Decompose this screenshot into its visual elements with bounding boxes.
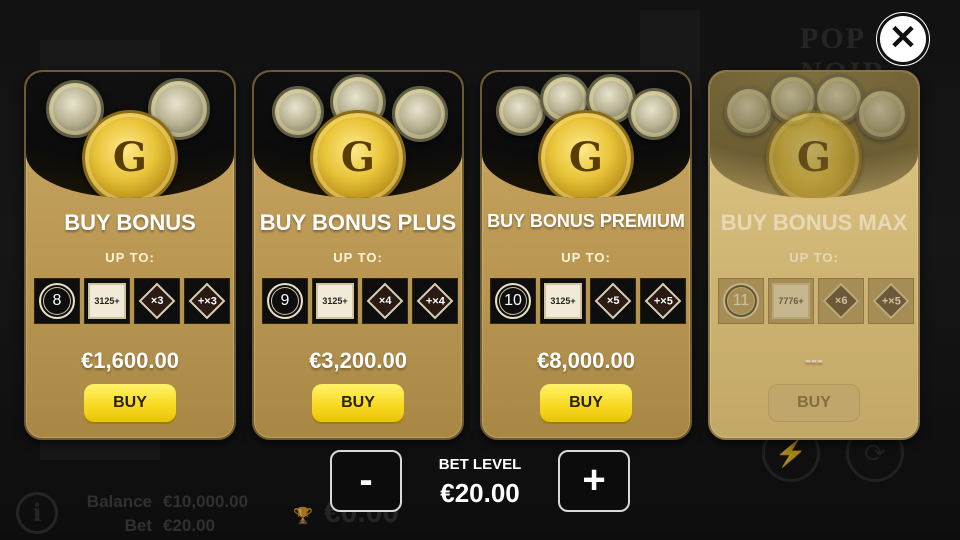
coin-icon: G [538, 110, 634, 198]
multiplier-increment-value: +×5 [653, 295, 673, 307]
card-coins-art: G [482, 72, 690, 198]
feature-ways: 7776+ [768, 278, 814, 324]
feature-ways: 3125+ [84, 278, 130, 324]
coin-icon: G [310, 110, 406, 198]
bonus-price: €1,600.00 [81, 348, 179, 373]
card-coins-art: G [26, 72, 234, 198]
feature-multiplier-increment: +×5 [640, 278, 686, 324]
feature-ways: 3125+ [312, 278, 358, 324]
card-coins-art: G [254, 72, 462, 198]
spins-count: 11 [723, 283, 759, 319]
coin-icon [856, 88, 908, 140]
multiplier-increment-value: +×5 [881, 295, 901, 307]
up-to-label: UP TO: [789, 250, 839, 265]
bonus-card-buy-bonus-max: G BUY BONUS MAX UP TO: 11 7776+ ×6 +×5 -… [708, 70, 920, 440]
bonus-price: --- [805, 350, 823, 370]
feature-multiplier-increment: +×4 [412, 278, 458, 324]
feature-list: 10 3125+ ×5 +×5 [490, 278, 686, 326]
spins-count: 8 [39, 283, 75, 319]
feature-spins: 11 [718, 278, 764, 324]
multiplier-increment-value: +×4 [425, 295, 445, 307]
bet-level-value: €20.00 [440, 478, 520, 508]
coin-icon [392, 86, 448, 142]
feature-spins: 10 [490, 278, 536, 324]
feature-list: 8 3125+ ×3 +×3 [34, 278, 230, 326]
buy-button[interactable]: BUY [84, 384, 176, 422]
coin-icon: G [766, 110, 862, 198]
buy-button-disabled: BUY [768, 384, 860, 422]
bonus-card-buy-bonus-premium: G BUY BONUS PREMIUM UP TO: 10 3125+ ×5 +… [480, 70, 692, 440]
up-to-label: UP TO: [333, 250, 383, 265]
close-icon[interactable]: ✕ [880, 16, 926, 62]
card-title: BUY BONUS PREMIUM [487, 211, 685, 231]
spins-count: 10 [495, 283, 531, 319]
coin-icon: G [82, 110, 178, 198]
card-title: BUY BONUS PLUS [259, 210, 457, 235]
buy-button[interactable]: BUY [540, 384, 632, 422]
bet-decrease-button[interactable]: - [330, 450, 402, 512]
multiplier-increment-value: +×3 [197, 295, 217, 307]
multiplier-value: ×4 [378, 294, 392, 307]
spins-count: 9 [267, 283, 303, 319]
coin-icon [496, 86, 546, 136]
multiplier-value: ×6 [834, 294, 848, 307]
card-title: BUY BONUS MAX [720, 210, 908, 235]
up-to-label: UP TO: [561, 250, 611, 265]
feature-ways: 3125+ [540, 278, 586, 324]
feature-list: 11 7776+ ×6 +×5 [718, 278, 914, 326]
feature-multiplier: ×5 [590, 278, 636, 324]
feature-multiplier-increment: +×5 [868, 278, 914, 324]
feature-spins: 9 [262, 278, 308, 324]
bonus-price: €3,200.00 [309, 348, 407, 373]
card-title: BUY BONUS [64, 210, 196, 235]
bet-increase-button[interactable]: + [558, 450, 630, 512]
card-coins-art: G [710, 72, 918, 198]
coin-icon [628, 88, 680, 140]
feature-spins: 8 [34, 278, 80, 324]
feature-multiplier-increment: +×3 [184, 278, 230, 324]
feature-list: 9 3125+ ×4 +×4 [262, 278, 458, 326]
bonus-card-buy-bonus: G BUY BONUS UP TO: 8 3125+ ×3 +×3 €1,600… [24, 70, 236, 440]
ways-count: 3125+ [316, 283, 354, 319]
bonus-price: €8,000.00 [537, 348, 635, 373]
up-to-label: UP TO: [105, 250, 155, 265]
multiplier-value: ×3 [150, 294, 164, 307]
coin-icon [724, 86, 774, 136]
ways-count: 7776+ [772, 283, 810, 319]
bonus-card-buy-bonus-plus: G BUY BONUS PLUS UP TO: 9 3125+ ×4 +×4 €… [252, 70, 464, 440]
feature-multiplier: ×3 [134, 278, 180, 324]
multiplier-value: ×5 [606, 294, 620, 307]
ways-count: 3125+ [544, 283, 582, 319]
feature-multiplier: ×6 [818, 278, 864, 324]
feature-multiplier: ×4 [362, 278, 408, 324]
coin-icon [272, 86, 324, 138]
ways-count: 3125+ [88, 283, 126, 319]
buy-button[interactable]: BUY [312, 384, 404, 422]
bet-level-label: BET LEVEL [438, 456, 522, 473]
